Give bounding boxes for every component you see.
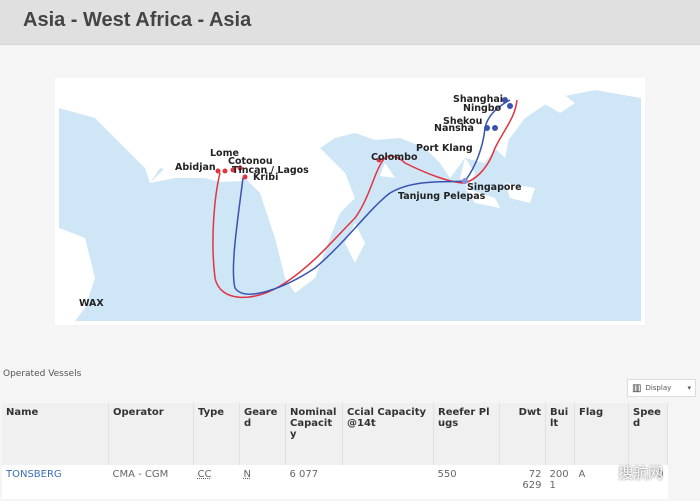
- port-label: Nansha: [434, 123, 474, 134]
- cell-type: CC: [193, 465, 240, 499]
- columns-icon: ▥: [632, 382, 642, 394]
- cell-nominal: 6 077: [285, 465, 343, 499]
- vessel-name-link[interactable]: TONSBERG: [2, 465, 109, 499]
- col-geared[interactable]: Geared: [239, 403, 286, 465]
- chevron-down-icon: ▾: [687, 384, 691, 392]
- port-label: Ningbo: [463, 103, 502, 114]
- cell-operator: CMA - CGM: [108, 465, 194, 499]
- watermark: 搜航网: [618, 464, 664, 482]
- port-label: Port Klang: [416, 143, 473, 154]
- table-row: TONSBERG CMA - CGM CC N 6 077 550 72 629…: [2, 465, 668, 499]
- col-type[interactable]: Type: [193, 403, 240, 465]
- col-flag[interactable]: Flag: [574, 403, 629, 465]
- display-button[interactable]: ▥ Display ▾: [627, 379, 696, 397]
- col-operator[interactable]: Operator: [108, 403, 194, 465]
- vessels-table: Name Operator Type Geared Nominal Capaci…: [2, 403, 668, 499]
- col-nominal[interactable]: Nominal Capacity: [285, 403, 343, 465]
- col-speed[interactable]: Speed: [628, 403, 668, 465]
- port-label: Colombo: [371, 152, 418, 163]
- port-label: Abidjan: [175, 162, 216, 173]
- display-label: Display: [645, 384, 672, 392]
- col-dwt[interactable]: Dwt: [499, 403, 546, 465]
- cell-geared: N: [239, 465, 286, 499]
- col-name[interactable]: Name: [2, 403, 109, 465]
- cell-built: 2001: [545, 465, 575, 499]
- port-label: Tanjung Pelepas: [398, 191, 486, 202]
- cell-reefer: 550: [433, 465, 500, 499]
- page-title: Asia - West Africa - Asia: [23, 9, 252, 31]
- cell-dwt: 72 629: [499, 465, 546, 499]
- port-label: Kribi: [253, 172, 278, 183]
- col-reefer[interactable]: Reefer Plugs: [433, 403, 500, 465]
- route-map: Shanghai Ningbo Shekou Nansha Port Klang…: [55, 78, 645, 325]
- page-header: Asia - West Africa - Asia: [0, 0, 700, 45]
- service-label: WAX: [79, 298, 104, 309]
- cell-ccial: [342, 465, 434, 499]
- section-title: Operated Vessels: [3, 369, 82, 379]
- col-ccial[interactable]: Ccial Capacity @14t: [342, 403, 434, 465]
- table-header: Name Operator Type Geared Nominal Capaci…: [2, 403, 668, 465]
- col-built[interactable]: Built: [545, 403, 575, 465]
